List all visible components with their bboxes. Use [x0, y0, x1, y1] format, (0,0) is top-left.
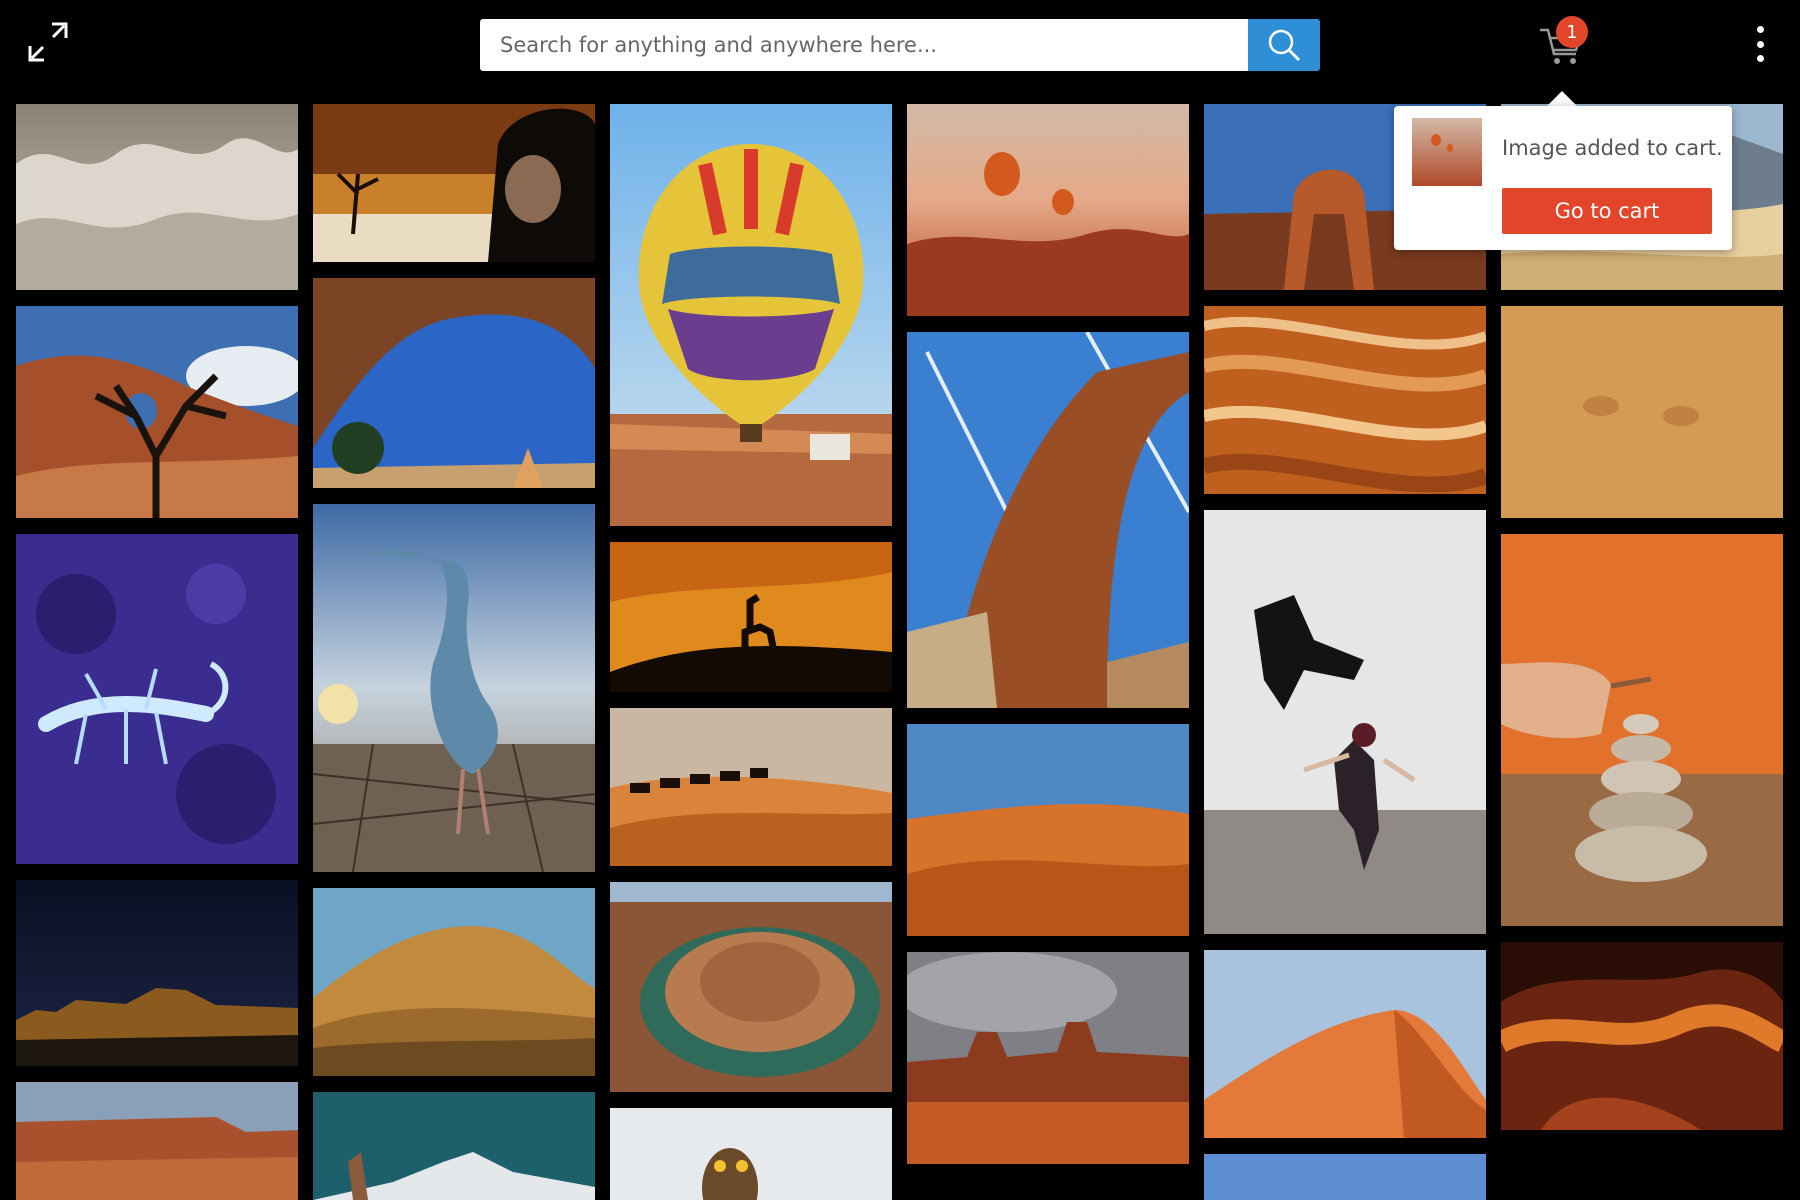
- photo-tile[interactable]: [313, 504, 595, 872]
- expand-icon[interactable]: [26, 20, 70, 64]
- photo-tile[interactable]: [907, 952, 1189, 1164]
- photo-tile[interactable]: [16, 1082, 298, 1200]
- photo-tile[interactable]: [313, 278, 595, 488]
- search-bar: [480, 19, 1320, 71]
- photo-tile[interactable]: [16, 880, 298, 1066]
- photo-tile[interactable]: [1501, 942, 1783, 1130]
- cart-item-thumbnail: [1412, 118, 1482, 186]
- photo-tile[interactable]: [313, 104, 595, 262]
- photo-tile[interactable]: [1204, 306, 1486, 494]
- photo-tile[interactable]: [610, 104, 892, 526]
- cart-added-message: Image added to cart.: [1502, 136, 1723, 160]
- photo-tile[interactable]: [610, 882, 892, 1092]
- photo-tile[interactable]: [313, 1092, 595, 1200]
- photo-tile[interactable]: [907, 104, 1189, 316]
- photo-tile[interactable]: [1204, 1154, 1486, 1200]
- photo-tile[interactable]: [907, 332, 1189, 708]
- photo-tile[interactable]: [16, 306, 298, 518]
- search-input[interactable]: [480, 19, 1248, 71]
- photo-grid: [16, 104, 1800, 1200]
- photo-tile[interactable]: [16, 534, 298, 864]
- photo-tile[interactable]: [610, 1108, 892, 1200]
- photo-tile[interactable]: [610, 708, 892, 866]
- cart-popover: Image added to cart. Go to cart: [1394, 106, 1732, 250]
- go-to-cart-button[interactable]: Go to cart: [1502, 188, 1712, 234]
- search-button[interactable]: [1248, 19, 1320, 71]
- photo-tile[interactable]: [1501, 306, 1783, 518]
- popover-arrow: [1546, 91, 1578, 107]
- search-icon: [1268, 29, 1301, 62]
- photo-tile[interactable]: [16, 104, 298, 290]
- cart-count-badge: 1: [1556, 16, 1588, 48]
- more-vertical-icon[interactable]: [1748, 22, 1772, 66]
- photo-tile[interactable]: [1501, 534, 1783, 926]
- photo-tile[interactable]: [1204, 510, 1486, 934]
- photo-tile[interactable]: [907, 724, 1189, 936]
- photo-tile[interactable]: [1204, 950, 1486, 1138]
- photo-tile[interactable]: [313, 888, 595, 1076]
- top-bar: 1: [0, 0, 1800, 100]
- photo-tile[interactable]: [610, 542, 892, 692]
